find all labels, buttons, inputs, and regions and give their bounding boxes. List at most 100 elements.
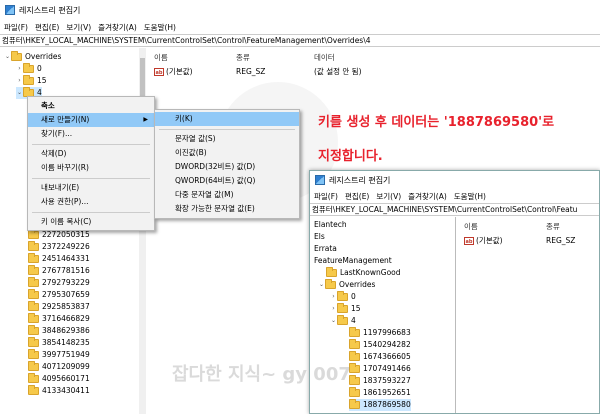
- column-name-header[interactable]: 이름: [464, 221, 478, 233]
- tree-node-label: 1540294282: [363, 340, 411, 349]
- tree-node-4[interactable]: ⌄ 4: [330, 315, 356, 327]
- tree-node-subkey[interactable]: 3848629386: [28, 325, 90, 337]
- tree-node-overrides[interactable]: ⌄ Overrides: [318, 279, 375, 291]
- tree-node-subkey[interactable]: 2372249226: [28, 241, 90, 253]
- submenu-dword-value[interactable]: DWORD(32비트) 값(D): [155, 160, 299, 174]
- chevron-right-icon[interactable]: ›: [16, 63, 23, 75]
- menu-view[interactable]: 보기(V): [66, 22, 91, 33]
- tree-node-subkey[interactable]: 1861952651: [349, 387, 411, 399]
- tree-node-subkey[interactable]: 2925853837: [28, 301, 90, 313]
- tree-node-15[interactable]: › 15: [16, 75, 47, 87]
- tree-node-subkey[interactable]: 1540294282: [349, 339, 411, 351]
- chevron-down-icon[interactable]: ⌄: [4, 51, 11, 63]
- menu-help[interactable]: 도움말(H): [144, 22, 176, 33]
- folder-icon: [11, 51, 22, 61]
- tree-node-subkey[interactable]: 3997751949: [28, 349, 90, 361]
- chevron-right-icon[interactable]: ›: [330, 291, 337, 303]
- new-submenu: 키(K) 문자열 값(S) 이진값(B) DWORD(32비트) 값(D) QW…: [154, 109, 300, 219]
- submenu-string-value[interactable]: 문자열 값(S): [155, 132, 299, 146]
- tree-node-15[interactable]: › 15: [330, 303, 361, 315]
- chevron-down-icon[interactable]: ⌄: [16, 87, 23, 99]
- tree-node-subkey[interactable]: 1837593227: [349, 375, 411, 387]
- tree-node-subkey[interactable]: 4133430411: [28, 385, 90, 397]
- tree-node-label: 1197996683: [363, 328, 411, 337]
- menu-export[interactable]: 내보내기(E): [28, 181, 154, 195]
- tree-node-els[interactable]: Els: [314, 231, 325, 243]
- folder-icon: [337, 315, 348, 325]
- submenu-binary-value[interactable]: 이진값(B): [155, 146, 299, 160]
- folder-icon: [23, 63, 34, 73]
- address-bar[interactable]: 컴퓨터\HKEY_LOCAL_MACHINE\SYSTEM\CurrentCon…: [0, 34, 600, 47]
- menu-file[interactable]: 파일(F): [4, 22, 28, 33]
- address-bar[interactable]: 컴퓨터\HKEY_LOCAL_MACHINE\SYSTEM\CurrentCon…: [310, 203, 599, 216]
- column-data-header[interactable]: 데이터: [314, 52, 335, 64]
- submenu-qword-value[interactable]: QWORD(64비트) 값(Q): [155, 174, 299, 188]
- tree-node-label: 1887869580: [363, 400, 411, 409]
- folder-icon: [28, 385, 39, 395]
- string-value-icon: ab: [154, 68, 164, 76]
- tree-node-label: 4133430411: [42, 386, 90, 395]
- menu-find[interactable]: 찾기(F)...: [28, 127, 154, 141]
- tree-node-lastknowngood[interactable]: LastKnownGood: [326, 267, 401, 279]
- column-name-header[interactable]: 이름: [154, 52, 168, 64]
- tree-node-errata[interactable]: Errata: [314, 243, 337, 255]
- menu-delete[interactable]: 삭제(D): [28, 147, 154, 161]
- tree-node-subkey[interactable]: 2792793229: [28, 277, 90, 289]
- tree-node-overrides[interactable]: ⌄ Overrides: [4, 51, 61, 63]
- regedit-app-icon: [315, 175, 325, 185]
- menu-favorites[interactable]: 즐겨찾기(A): [98, 22, 137, 33]
- tree-node-subkey[interactable]: 3854148235: [28, 337, 90, 349]
- value-row[interactable]: ab (기본값) REG_SZ: [464, 235, 599, 247]
- submenu-expandable-string-value[interactable]: 확장 가능한 문자열 값(E): [155, 202, 299, 216]
- tree-node-label: 3854148235: [42, 338, 90, 347]
- instruction-callout-line1: 키를 생성 후 데이터는 '1887869580'로: [318, 115, 555, 130]
- tree-node-subkey[interactable]: 2795307659: [28, 289, 90, 301]
- menu-rename[interactable]: 이름 바꾸기(R): [28, 161, 154, 175]
- context-menu: 축소 새로 만들기(N) ▶ 찾기(F)... 삭제(D) 이름 바꾸기(R) …: [27, 96, 155, 231]
- tree-node-subkey[interactable]: 2451464331: [28, 253, 90, 265]
- tree-node-subkey[interactable]: 1707491466: [349, 363, 411, 375]
- menu-permissions[interactable]: 사용 권한(P)...: [28, 195, 154, 209]
- chevron-down-icon[interactable]: ⌄: [330, 315, 337, 327]
- tree-node-subkey[interactable]: 4095660171: [28, 373, 90, 385]
- menu-new[interactable]: 새로 만들기(N) ▶: [28, 113, 154, 127]
- tree-node-label: 4: [351, 316, 356, 325]
- menu-favorites[interactable]: 즐겨찾기(A): [408, 191, 447, 202]
- menu-file[interactable]: 파일(F): [314, 191, 338, 202]
- tree-node-subkey[interactable]: 1197996683: [349, 327, 411, 339]
- tree-node-label: 2925853837: [42, 302, 90, 311]
- menu-help[interactable]: 도움말(H): [454, 191, 486, 202]
- menu-edit[interactable]: 편집(E): [35, 22, 59, 33]
- tree-node-subkey[interactable]: 2767781516: [28, 265, 90, 277]
- tree-node-label: Overrides: [25, 52, 62, 61]
- menu-copy-key-name[interactable]: 키 이름 복사(C): [28, 215, 154, 229]
- chevron-right-icon[interactable]: ›: [16, 75, 23, 87]
- chevron-right-icon[interactable]: ›: [330, 303, 337, 315]
- tree-node-0[interactable]: › 0: [16, 63, 42, 75]
- tree-node-elantech[interactable]: Elantech: [314, 219, 347, 231]
- tree-node-new-key-selected[interactable]: 1887869580: [349, 399, 411, 411]
- submenu-key[interactable]: 키(K): [155, 112, 299, 126]
- tree-node-subkey[interactable]: 3716466829: [28, 313, 90, 325]
- tree-node-label: 2451464331: [42, 254, 90, 263]
- tree-node-subkey[interactable]: 1674366605: [349, 351, 411, 363]
- menu-collapse[interactable]: 축소: [28, 99, 154, 113]
- folder-icon: [28, 253, 39, 263]
- tree-node-0[interactable]: › 0: [330, 291, 356, 303]
- tree-node-label: 15: [351, 304, 361, 313]
- tree-node-label: FeatureManagement: [314, 256, 392, 265]
- tree-node-label: 4071209099: [42, 362, 90, 371]
- value-row[interactable]: ab (기본값) REG_SZ (값 설정 안 됨): [154, 66, 594, 78]
- tree-node-subkey[interactable]: 4071209099: [28, 361, 90, 373]
- submenu-multi-string-value[interactable]: 다중 문자열 값(M): [155, 188, 299, 202]
- chevron-down-icon[interactable]: ⌄: [318, 279, 325, 291]
- column-type-header[interactable]: 종류: [546, 221, 560, 233]
- menu-view[interactable]: 보기(V): [376, 191, 401, 202]
- tree-node-featuremanagement[interactable]: FeatureManagement: [314, 255, 392, 267]
- menu-edit[interactable]: 편집(E): [345, 191, 369, 202]
- tree-node-label: 3997751949: [42, 350, 90, 359]
- column-type-header[interactable]: 종류: [236, 52, 250, 64]
- window-title: 레지스트리 편집기: [19, 5, 81, 15]
- values-header: 이름 종류: [460, 221, 599, 233]
- folder-icon: [325, 279, 336, 289]
